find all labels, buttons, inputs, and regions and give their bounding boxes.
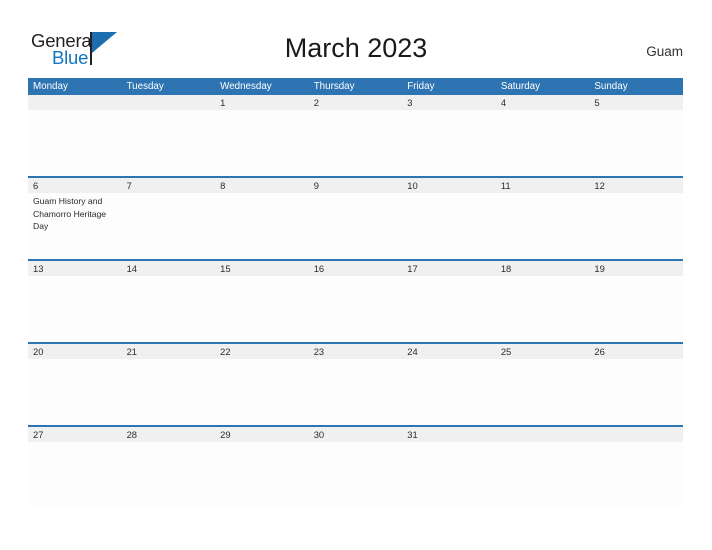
day-cell[interactable] xyxy=(402,442,496,508)
day-number[interactable]: 28 xyxy=(122,427,216,442)
week-number-band: 27 28 29 30 31 xyxy=(28,427,683,442)
calendar-week-row: 6 7 8 9 10 11 12 Guam History and Chamor… xyxy=(28,176,683,259)
week-number-band: 1 2 3 4 5 xyxy=(28,95,683,110)
day-cell[interactable] xyxy=(309,442,403,508)
day-cell[interactable] xyxy=(309,193,403,259)
calendar-week-row: 1 2 3 4 5 xyxy=(28,95,683,176)
day-cell[interactable] xyxy=(402,110,496,176)
day-number[interactable]: 8 xyxy=(215,178,309,193)
day-cell[interactable] xyxy=(28,110,122,176)
day-cell[interactable] xyxy=(402,359,496,425)
day-header-monday: Monday xyxy=(33,81,68,92)
day-number[interactable] xyxy=(28,95,122,110)
day-number[interactable]: 26 xyxy=(589,344,683,359)
day-header-saturday: Saturday xyxy=(500,81,541,92)
day-cell[interactable] xyxy=(589,359,683,425)
day-cell[interactable] xyxy=(122,193,216,259)
day-number[interactable]: 20 xyxy=(28,344,122,359)
day-event: Guam History and Chamorro Heritage Day xyxy=(33,196,107,232)
day-cell[interactable] xyxy=(496,193,590,259)
day-number[interactable]: 23 xyxy=(309,344,403,359)
day-header-friday: Friday xyxy=(407,81,435,92)
day-number[interactable]: 13 xyxy=(28,261,122,276)
day-cell[interactable] xyxy=(496,359,590,425)
calendar-day-header-row: Monday Tuesday Wednesday Thursday Friday… xyxy=(28,78,683,95)
day-cell[interactable] xyxy=(309,359,403,425)
day-cell[interactable] xyxy=(215,110,309,176)
week-number-band: 13 14 15 16 17 18 19 xyxy=(28,261,683,276)
day-cell[interactable] xyxy=(122,276,216,342)
day-header-wednesday: Wednesday xyxy=(220,81,272,92)
day-number[interactable]: 31 xyxy=(402,427,496,442)
day-cell[interactable] xyxy=(589,193,683,259)
day-number[interactable]: 15 xyxy=(215,261,309,276)
calendar-table: Monday Tuesday Wednesday Thursday Friday… xyxy=(28,78,683,508)
day-cell[interactable] xyxy=(28,359,122,425)
day-number[interactable]: 9 xyxy=(309,178,403,193)
day-header-tuesday: Tuesday xyxy=(126,81,164,92)
day-cell[interactable] xyxy=(589,442,683,508)
day-number[interactable]: 30 xyxy=(309,427,403,442)
day-cell[interactable]: Guam History and Chamorro Heritage Day xyxy=(28,193,122,259)
day-number[interactable]: 2 xyxy=(309,95,403,110)
day-number[interactable]: 4 xyxy=(496,95,590,110)
day-cell[interactable] xyxy=(28,442,122,508)
day-number[interactable] xyxy=(589,427,683,442)
day-cell[interactable] xyxy=(402,193,496,259)
calendar-week-row: 27 28 29 30 31 xyxy=(28,425,683,508)
week-event-band xyxy=(28,110,683,176)
day-number[interactable]: 25 xyxy=(496,344,590,359)
day-number[interactable]: 1 xyxy=(215,95,309,110)
day-cell[interactable] xyxy=(122,442,216,508)
day-header-thursday: Thursday xyxy=(313,81,355,92)
day-number[interactable]: 18 xyxy=(496,261,590,276)
week-number-band: 20 21 22 23 24 25 26 xyxy=(28,344,683,359)
day-header-sunday: Sunday xyxy=(594,81,628,92)
day-number[interactable]: 10 xyxy=(402,178,496,193)
day-cell[interactable] xyxy=(309,276,403,342)
day-number[interactable]: 21 xyxy=(122,344,216,359)
day-cell[interactable] xyxy=(122,359,216,425)
day-cell[interactable] xyxy=(215,276,309,342)
day-cell[interactable] xyxy=(215,359,309,425)
day-number[interactable]: 7 xyxy=(122,178,216,193)
day-cell[interactable] xyxy=(496,442,590,508)
day-number[interactable]: 12 xyxy=(589,178,683,193)
day-cell[interactable] xyxy=(122,110,216,176)
day-number[interactable]: 24 xyxy=(402,344,496,359)
day-number[interactable]: 6 xyxy=(28,178,122,193)
day-cell[interactable] xyxy=(309,110,403,176)
day-number[interactable] xyxy=(496,427,590,442)
day-number[interactable]: 27 xyxy=(28,427,122,442)
day-cell[interactable] xyxy=(215,193,309,259)
day-number[interactable]: 5 xyxy=(589,95,683,110)
week-event-band xyxy=(28,276,683,342)
day-number[interactable]: 3 xyxy=(402,95,496,110)
day-cell[interactable] xyxy=(215,442,309,508)
calendar-week-row: 20 21 22 23 24 25 26 xyxy=(28,342,683,425)
day-number[interactable]: 19 xyxy=(589,261,683,276)
week-event-band: Guam History and Chamorro Heritage Day xyxy=(28,193,683,259)
region-label: Guam xyxy=(646,44,683,59)
day-number[interactable]: 14 xyxy=(122,261,216,276)
day-number[interactable] xyxy=(122,95,216,110)
day-number[interactable]: 29 xyxy=(215,427,309,442)
day-cell[interactable] xyxy=(496,276,590,342)
day-number[interactable]: 22 xyxy=(215,344,309,359)
day-number[interactable]: 17 xyxy=(402,261,496,276)
week-number-band: 6 7 8 9 10 11 12 xyxy=(28,178,683,193)
day-cell[interactable] xyxy=(589,276,683,342)
day-cell[interactable] xyxy=(28,276,122,342)
day-cell[interactable] xyxy=(589,110,683,176)
week-event-band xyxy=(28,442,683,508)
page-header: General Blue March 2023 Guam xyxy=(0,0,712,78)
day-number[interactable]: 11 xyxy=(496,178,590,193)
calendar-week-row: 13 14 15 16 17 18 19 xyxy=(28,259,683,342)
day-cell[interactable] xyxy=(402,276,496,342)
day-number[interactable]: 16 xyxy=(309,261,403,276)
week-event-band xyxy=(28,359,683,425)
page-title: March 2023 xyxy=(284,33,428,63)
day-cell[interactable] xyxy=(496,110,590,176)
